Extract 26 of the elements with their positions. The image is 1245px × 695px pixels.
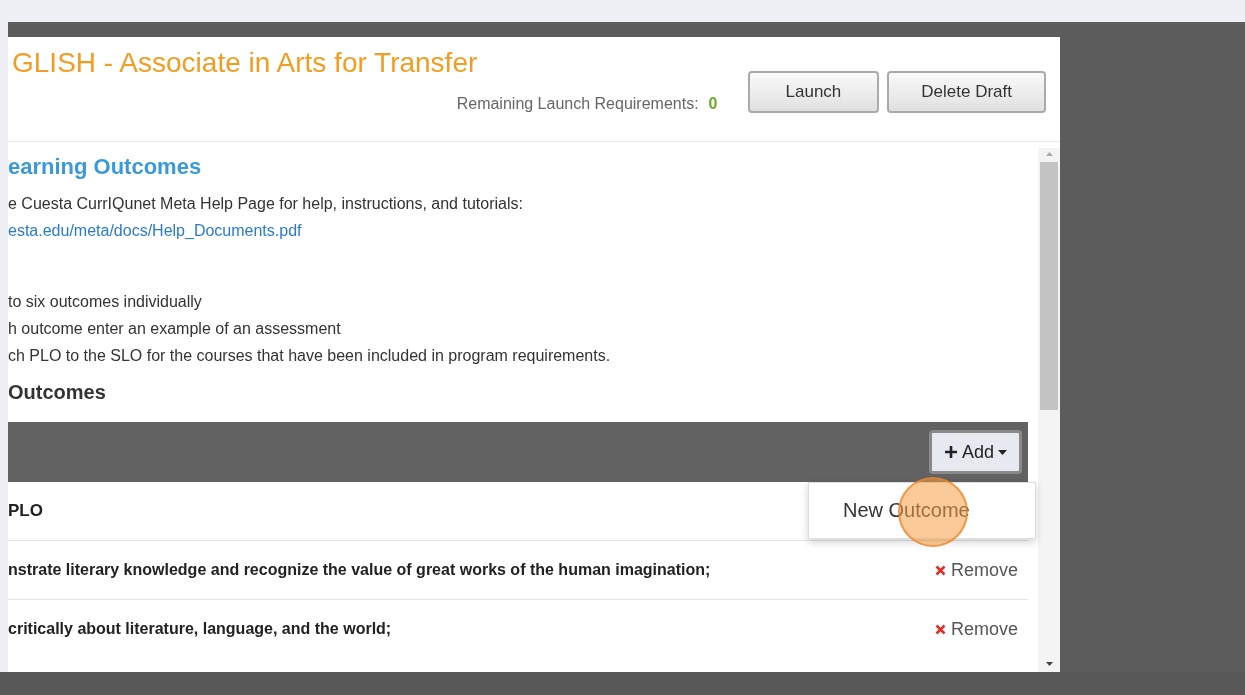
instruction-text: ch PLO to the SLO for the courses that have been included in program requirements. — [8, 346, 612, 366]
instruction-text: h outcome enter an example of an assessment — [8, 319, 342, 339]
menu-item[interactable]: New Outcome — [809, 491, 1035, 530]
close-icon — [934, 564, 946, 576]
scroll-up-icon[interactable] — [1045, 152, 1053, 156]
page-title: GLISH - Associate in Arts for Transfer — [12, 47, 479, 79]
header-button[interactable]: Launch — [747, 71, 880, 113]
remaining-count: 0 — [708, 95, 718, 113]
scrollbar[interactable] — [1038, 148, 1060, 672]
subheading: Outcomes — [8, 381, 107, 404]
remaining-label: Remaining Launch Requirements: — [456, 95, 699, 113]
header-button[interactable]: Delete Draft — [887, 71, 1046, 113]
instruction-text: to six outcomes individually — [8, 292, 203, 312]
plus-icon — [943, 445, 958, 459]
help-text: e Cuesta CurrIQunet Meta Help Page for help, instructions, and tutorials: — [8, 194, 524, 214]
section-heading: earning Outcomes — [8, 154, 203, 180]
outcome-text: nstrate literary knowledge and recognize the value of great works of the human imagination; — [8, 561, 711, 579]
caret-icon — [998, 449, 1007, 455]
remove-link[interactable]: Remove — [934, 559, 1018, 581]
scroll-down-icon[interactable] — [1045, 662, 1053, 666]
outcome-text: critically about literature, language, and the world; — [8, 620, 392, 638]
remove-link[interactable]: Remove — [934, 618, 1018, 640]
add-button[interactable]: Add — [928, 430, 1022, 474]
help-link[interactable]: esta.edu/meta/docs/Help_Documents.pdf — [8, 222, 302, 239]
close-icon — [934, 623, 946, 635]
column-header: PLO — [8, 501, 43, 521]
